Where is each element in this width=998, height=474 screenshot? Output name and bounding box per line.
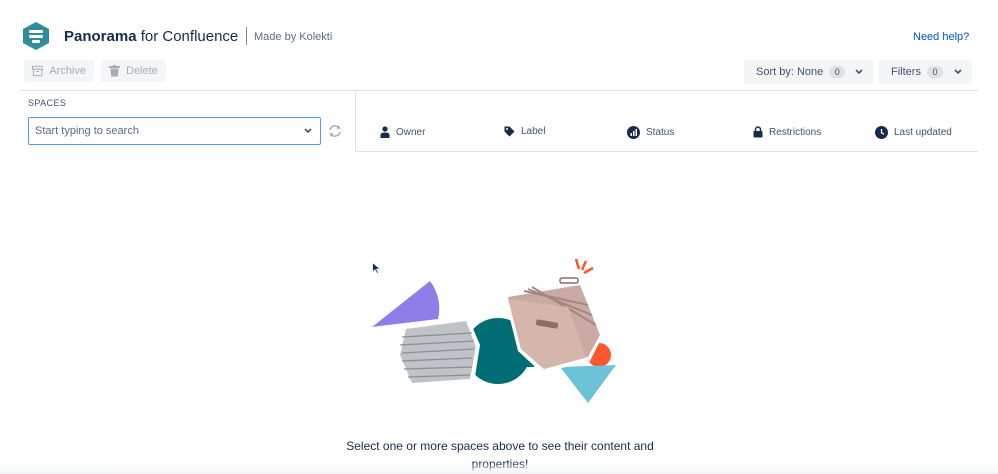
mouse-cursor-icon — [372, 262, 381, 274]
empty-state-illustration — [372, 258, 616, 403]
filter-bar-vertical-divider — [355, 91, 356, 152]
column-restrictions-label: Restrictions — [769, 126, 822, 138]
chevron-down-icon — [954, 69, 962, 75]
column-owner[interactable]: Owner — [380, 126, 425, 138]
search-placeholder: Start typing to search — [35, 125, 139, 137]
archive-button[interactable]: Archive — [24, 60, 94, 82]
filter-bar-top-divider — [20, 90, 978, 91]
column-owner-label: Owner — [396, 126, 426, 138]
need-help-link[interactable]: Need help? — [913, 31, 969, 43]
status-icon — [627, 126, 640, 139]
refresh-icon[interactable] — [328, 124, 342, 138]
filters-label: Filters — [891, 66, 921, 78]
column-label[interactable]: Label — [504, 126, 545, 137]
lock-icon — [753, 126, 763, 138]
app-name-rest: for Confluence — [136, 28, 239, 45]
column-status[interactable]: Status — [627, 126, 674, 139]
column-last-updated[interactable]: Last updated — [875, 126, 952, 139]
sort-label: Sort by: None — [756, 66, 824, 78]
bottom-fade — [0, 462, 998, 474]
archive-label: Archive — [49, 65, 86, 77]
delete-button[interactable]: Delete — [101, 60, 166, 82]
spaces-label: SPACES — [28, 98, 67, 108]
column-status-label: Status — [646, 127, 675, 138]
sort-dropdown[interactable]: Sort by: None 0 — [744, 60, 873, 84]
sort-count-badge: 0 — [829, 66, 846, 78]
filters-count-badge: 0 — [926, 66, 943, 78]
column-last-updated-label: Last updated — [894, 127, 952, 138]
app-title: Panorama for Confluence — [64, 28, 238, 45]
empty-state-message-line1: Select one or more spaces above to see t… — [346, 439, 654, 453]
app-name-bold: Panorama — [64, 28, 137, 45]
user-icon — [380, 126, 390, 138]
column-label-label: Label — [521, 126, 546, 137]
delete-label: Delete — [126, 65, 158, 77]
column-restrictions[interactable]: Restrictions — [753, 126, 821, 138]
trash-icon — [109, 65, 120, 77]
filter-bar-bottom-divider — [356, 151, 978, 152]
made-by-text: Made by Kolekti — [254, 31, 333, 43]
chevron-down-icon — [855, 69, 863, 75]
app-logo-icon — [23, 22, 49, 50]
tag-icon — [504, 126, 515, 137]
archive-icon — [32, 65, 44, 77]
chevron-down-icon — [304, 128, 312, 134]
clock-icon — [875, 126, 888, 139]
title-divider — [246, 27, 247, 45]
filters-dropdown[interactable]: Filters 0 — [879, 60, 972, 84]
spaces-search-select[interactable]: Start typing to search — [28, 117, 321, 145]
